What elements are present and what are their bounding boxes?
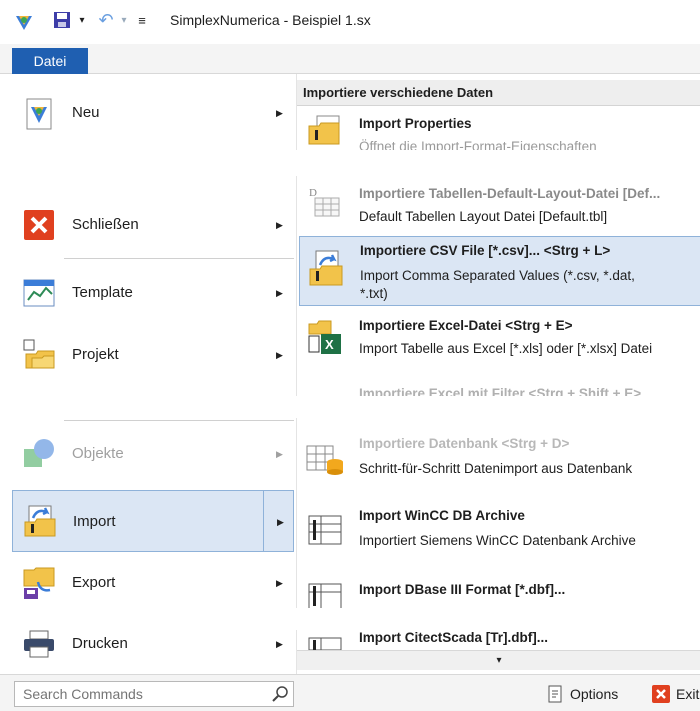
- submenu-item-desc: Importiert Siemens WinCC Datenbank Archi…: [359, 533, 636, 548]
- menu-item-label: Import: [73, 513, 116, 530]
- submenu-item-desc: Default Tabellen Layout Datei [Default.t…: [359, 209, 608, 224]
- submenu-item-desc: Import Tabelle aus Excel [*.xls] oder [*…: [359, 341, 653, 356]
- menu-item-label: Schließen: [72, 216, 139, 233]
- chevron-down-icon: ▾: [121, 14, 127, 26]
- export-icon: [23, 567, 55, 599]
- submenu-item-title: Import Properties: [359, 116, 472, 131]
- window-title: SimplexNumerica - Beispiel 1.sx: [170, 12, 371, 28]
- table-default-icon: D: [309, 187, 340, 217]
- menu-item-neu[interactable]: Neu ▶: [12, 86, 294, 142]
- svg-text:X: X: [325, 337, 334, 352]
- submenu-item-title: Import CitectScada [Tr].dbf]...: [359, 630, 549, 645]
- customize-quick-access-button[interactable]: ≡: [134, 10, 150, 30]
- submenu-item-import-database[interactable]: Importiere Datenbank <Strg + D> Schritt-…: [299, 430, 700, 482]
- submenu-item-import-csv[interactable]: Importiere CSV File [*.csv]... <Strg + L…: [299, 236, 700, 306]
- citect-import-icon: [308, 637, 342, 650]
- search-icon[interactable]: [271, 685, 289, 703]
- menu-divider: [64, 258, 294, 259]
- submenu-item-title: Import WinCC DB Archive: [359, 508, 525, 523]
- submenu-arrow-icon: ▶: [276, 288, 283, 298]
- menu-item-label: Drucken: [72, 635, 128, 652]
- customize-icon: ≡: [138, 12, 146, 28]
- search-box: [14, 681, 294, 707]
- render-gap: [0, 608, 700, 630]
- exit-button[interactable]: Exit: [652, 683, 699, 705]
- menu-item-import[interactable]: Import ▶: [12, 490, 294, 552]
- render-gap: [0, 150, 700, 176]
- submenu-item-desc-continued: *.txt): [360, 286, 388, 301]
- tab-datei[interactable]: Datei: [12, 48, 88, 74]
- search-commands-input[interactable]: [15, 682, 265, 706]
- menu-item-label: Neu: [72, 104, 100, 121]
- submenu-item-title: Importiere Tabellen-Default-Layout-Datei…: [359, 186, 661, 201]
- submenu-item-title: Importiere Datenbank <Strg + D>: [359, 436, 570, 451]
- ribbon-tab-strip: Datei: [0, 44, 700, 74]
- database-import-icon: [306, 445, 343, 475]
- submenu-arrow-icon: ▶: [276, 449, 283, 459]
- options-button[interactable]: Options: [546, 683, 618, 705]
- undo-icon: ↶: [98, 9, 114, 30]
- submenu-scroll-more[interactable]: ▾: [297, 650, 700, 670]
- wincc-archive-icon: [308, 515, 342, 545]
- submenu-arrow-icon: ▶: [276, 108, 283, 118]
- submenu-arrow-icon: ▶: [276, 578, 283, 588]
- folder-properties-icon: [308, 115, 340, 145]
- submenu-arrow-icon: ▶: [276, 220, 283, 230]
- app-logo-icon: [16, 16, 32, 30]
- submenu-item-table-default[interactable]: D Importiere Tabellen-Default-Layout-Dat…: [299, 178, 700, 234]
- submenu-header: Importiere verschiedene Daten: [297, 80, 700, 106]
- save-dropdown-button[interactable]: ▾: [76, 10, 88, 30]
- close-file-icon: [24, 210, 54, 240]
- excel-import-icon: X: [308, 320, 341, 354]
- submenu-item-import-properties[interactable]: Import Properties Öffnet die Import-Form…: [299, 108, 700, 154]
- menu-item-template[interactable]: Template ▶: [12, 268, 294, 318]
- menu-item-label: Template: [72, 284, 133, 301]
- menu-item-export[interactable]: Export ▶: [12, 558, 294, 608]
- undo-button[interactable]: ↶: [96, 10, 116, 30]
- submenu-item-title: Importiere Excel-Datei <Strg + E>: [359, 318, 573, 333]
- save-icon: [54, 12, 70, 28]
- save-button[interactable]: [52, 10, 72, 30]
- csv-import-icon: [309, 250, 343, 286]
- chevron-down-icon: ▾: [79, 14, 85, 26]
- objects-icon: [24, 439, 54, 467]
- import-icon: [24, 505, 56, 537]
- submenu-arrow-icon: ▶: [276, 639, 283, 649]
- options-label: Options: [570, 686, 619, 702]
- menu-item-label: Projekt: [72, 346, 119, 363]
- submenu-item-import-citect[interactable]: Import CitectScada [Tr].dbf]...: [299, 628, 700, 650]
- submenu-arrow-icon: ▶: [277, 517, 284, 527]
- title-bar: ▾ ↶ ▾ ≡ SimplexNumerica - Beispiel 1.sx: [0, 0, 700, 40]
- menu-item-label: Objekte: [72, 445, 124, 462]
- exit-label: Exit: [676, 686, 700, 702]
- printer-icon: [24, 630, 54, 658]
- menu-item-projekt[interactable]: Projekt ▶: [12, 330, 294, 380]
- submenu-item-desc: Import Comma Separated Values (*.csv, *.…: [360, 268, 635, 283]
- new-document-icon: [26, 98, 52, 130]
- chevron-down-icon: ▾: [496, 655, 502, 666]
- submenu-arrow-icon: ▶: [276, 350, 283, 360]
- project-icon: [23, 339, 55, 369]
- submenu-item-import-wincc[interactable]: Import WinCC DB Archive Importiert Sieme…: [299, 502, 700, 556]
- menu-item-objekte[interactable]: Objekte ▶: [12, 430, 294, 478]
- submenu-item-desc: Schritt-für-Schritt Datenimport aus Date…: [359, 461, 633, 476]
- submenu-item-import-excel[interactable]: X Importiere Excel-Datei <Strg + E> Impo…: [299, 312, 700, 364]
- render-gap: [0, 396, 700, 418]
- submenu-item-import-dbase[interactable]: Import DBase III Format [*.dbf]...: [299, 574, 700, 611]
- menu-item-label: Export: [72, 574, 116, 591]
- menu-divider: [64, 420, 294, 421]
- template-icon: [23, 279, 55, 307]
- options-icon: [548, 685, 562, 703]
- submenu-item-title: Import DBase III Format [*.dbf]...: [359, 582, 566, 597]
- menu-item-schliessen[interactable]: Schließen ▶: [12, 202, 294, 248]
- backstage-footer: Options Exit: [0, 674, 700, 711]
- undo-dropdown-button[interactable]: ▾: [118, 10, 130, 30]
- exit-icon: [652, 685, 670, 703]
- svg-text:D: D: [309, 187, 317, 199]
- submenu-item-title: Importiere CSV File [*.csv]... <Strg + L…: [360, 243, 611, 258]
